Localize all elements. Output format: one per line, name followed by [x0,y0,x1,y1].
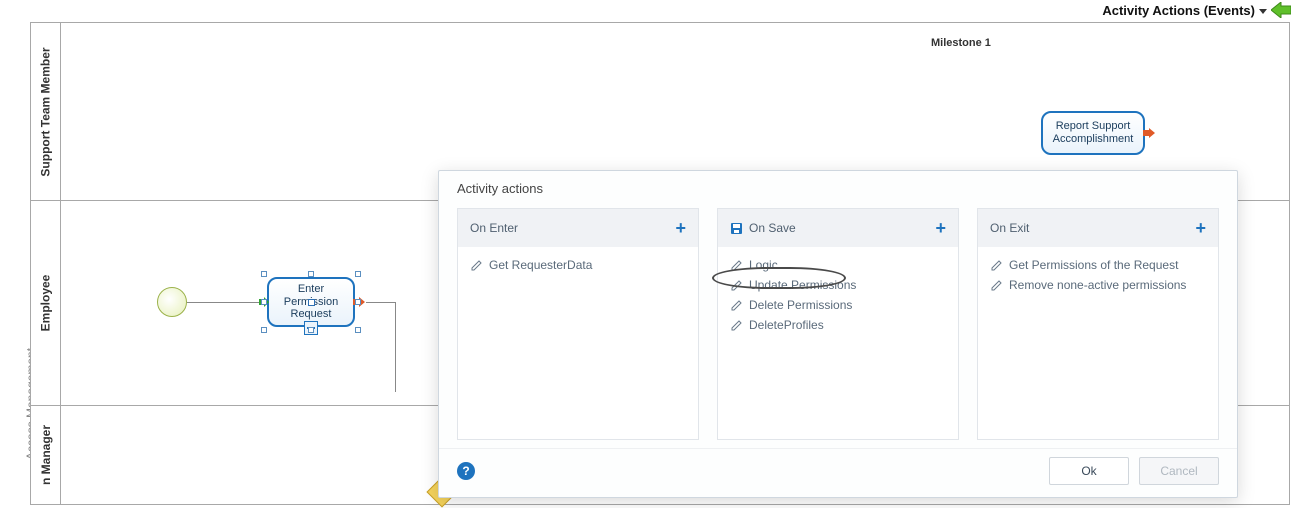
panel-on-save-label: On Save [749,221,796,235]
panel-on-save: On Save + Logic Update Permissions Delet… [717,208,959,440]
add-action-on-enter[interactable]: + [675,219,686,237]
edit-icon [730,299,743,312]
action-row[interactable]: Logic [728,255,948,275]
action-label: Get RequesterData [489,258,592,272]
resize-handle[interactable] [261,271,267,277]
resize-handle[interactable] [261,299,267,305]
activity-enter-permission-label: Enter Permission Request [273,283,349,321]
arrow-out-icon [1143,128,1155,138]
lane-label-employee: Employee [39,275,53,332]
sequence-flow [366,302,396,303]
panel-on-exit: On Exit + Get Permissions of the Request… [977,208,1219,440]
edit-icon [990,279,1003,292]
resize-handle[interactable] [355,327,361,333]
edit-icon [990,259,1003,272]
action-label: Get Permissions of the Request [1009,258,1178,272]
lane-header-support: Support Team Member [31,23,61,200]
sequence-flow [187,302,265,303]
lane-header-manager: n Manager [31,406,61,504]
panel-on-enter: On Enter + Get RequesterData [457,208,699,440]
resize-handle[interactable] [308,271,314,277]
edit-icon [730,319,743,332]
activity-enter-permission[interactable]: Enter Permission Request [267,277,355,327]
start-event[interactable] [157,287,187,317]
dialog-title: Activity actions [439,171,1237,204]
add-action-on-save[interactable]: + [935,219,946,237]
action-label: Logic [749,258,778,272]
action-row[interactable]: DeleteProfiles [728,315,948,335]
activity-actions-dialog: Activity actions On Enter + Get Requeste… [438,170,1238,498]
action-row[interactable]: Remove none-active permissions [988,275,1208,295]
resize-handle[interactable] [355,271,361,277]
lane-label-support: Support Team Member [39,47,53,176]
ok-button[interactable]: Ok [1049,457,1129,485]
resize-handle[interactable] [308,327,314,333]
panel-on-exit-label: On Exit [990,221,1029,235]
action-label: DeleteProfiles [749,318,824,332]
action-row[interactable]: Get Permissions of the Request [988,255,1208,275]
action-row[interactable]: Delete Permissions [728,295,948,315]
edit-icon [470,259,483,272]
sequence-flow [395,302,396,392]
chevron-down-icon[interactable] [1259,9,1267,14]
cancel-button[interactable]: Cancel [1139,457,1219,485]
help-icon[interactable]: ? [457,462,475,480]
activity-report-support[interactable]: Report Support Accomplishment [1041,111,1145,155]
resize-handle[interactable] [261,327,267,333]
back-arrow-icon[interactable] [1271,2,1291,18]
panel-on-enter-label: On Enter [470,221,518,235]
lane-header-employee: Employee [31,201,61,405]
save-icon [730,222,743,235]
action-row[interactable]: Get RequesterData [468,255,688,275]
toolbar-title[interactable]: Activity Actions (Events) [1102,3,1255,18]
edit-icon [730,279,743,292]
action-label: Remove none-active permissions [1009,278,1186,292]
lane-label-manager: n Manager [39,425,53,485]
action-label: Update Permissions [749,278,856,292]
resize-handle[interactable] [355,299,361,305]
action-row[interactable]: Update Permissions [728,275,948,295]
activity-report-support-label: Report Support Accomplishment [1047,120,1139,145]
edit-icon [730,259,743,272]
add-action-on-exit[interactable]: + [1195,219,1206,237]
action-label: Delete Permissions [749,298,852,312]
milestone-label: Milestone 1 [931,37,991,49]
